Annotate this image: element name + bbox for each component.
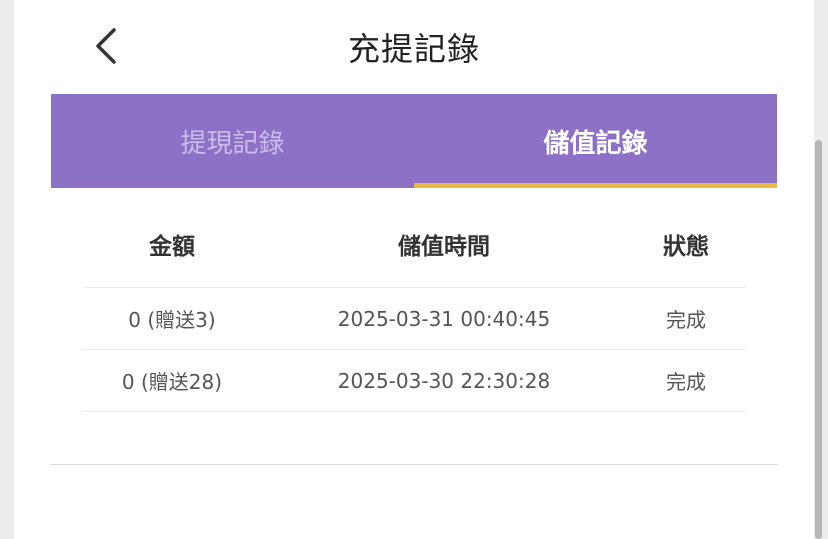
row-status: 完成 bbox=[666, 308, 706, 332]
recharge-withdraw-records-page: 充提記錄 提現記錄 儲值記錄 金額 儲值時間 狀態 0 (贈送3) 2025-0… bbox=[14, 0, 814, 539]
divider bbox=[50, 464, 778, 465]
active-tab-indicator bbox=[414, 183, 777, 188]
records-table: 金額 儲值時間 狀態 0 (贈送3) 2025-03-31 00:40:45 完… bbox=[82, 200, 746, 412]
row-amount: 0 (贈送28) bbox=[121, 370, 223, 394]
table-row: 0 (贈送3) 2025-03-31 00:40:45 完成 bbox=[82, 288, 746, 350]
row-amount: 0 (贈送3) bbox=[128, 308, 216, 332]
column-header-time: 儲值時間 bbox=[398, 233, 490, 260]
tab-bar: 提現記錄 儲值記錄 bbox=[51, 94, 777, 188]
row-time: 2025-03-30 22:30:28 bbox=[337, 368, 551, 393]
column-header-amount: 金額 bbox=[149, 233, 195, 260]
table-header: 金額 儲值時間 狀態 bbox=[82, 200, 746, 288]
page-title: 充提記錄 bbox=[347, 30, 480, 68]
scrollbar[interactable] bbox=[815, 140, 822, 539]
row-time: 2025-03-31 00:40:45 bbox=[337, 306, 551, 331]
tab-withdraw-records[interactable]: 提現記錄 bbox=[51, 94, 414, 188]
tab-deposit-records[interactable]: 儲值記錄 bbox=[414, 94, 777, 188]
header: 充提記錄 bbox=[14, 0, 814, 94]
column-header-status: 狀態 bbox=[663, 233, 709, 260]
row-status: 完成 bbox=[666, 370, 706, 394]
table-row: 0 (贈送28) 2025-03-30 22:30:28 完成 bbox=[82, 350, 746, 412]
